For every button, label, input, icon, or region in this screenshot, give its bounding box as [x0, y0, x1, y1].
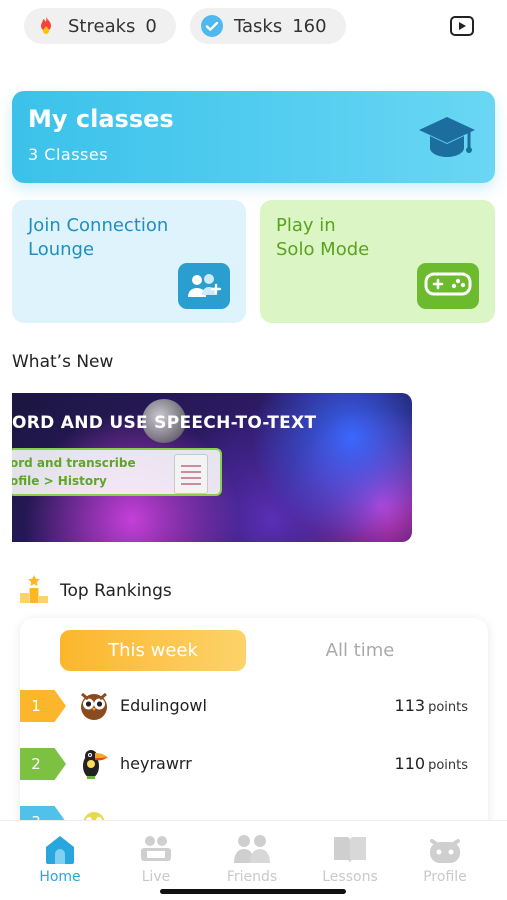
solo-mode-label: Play in Solo Mode [276, 214, 369, 262]
home-icon [20, 831, 100, 867]
nav-profile[interactable]: Profile [405, 831, 485, 885]
gamepad-icon [417, 263, 479, 309]
nav-friends[interactable]: Friends [212, 831, 292, 885]
home-indicator [160, 889, 346, 894]
play-solo-mode-tile[interactable]: Play in Solo Mode [260, 200, 495, 323]
document-icon [174, 454, 208, 494]
nav-lessons-label: Lessons [322, 869, 378, 885]
join-lounge-line-2: Lounge [28, 239, 95, 260]
nav-friends-label: Friends [226, 869, 278, 885]
ranking-username: heyrawrr [120, 754, 192, 773]
classes-count: 3 Classes [28, 145, 109, 164]
lessons-book-icon [310, 831, 390, 867]
streaks-count: 0 [145, 15, 157, 37]
ranking-points-value: 113 [394, 696, 426, 715]
bottom-navigation: Home Live Friends Lessons Profile [0, 820, 507, 900]
rank-badge: 2 [20, 748, 66, 780]
tasks-label: Tasks [234, 15, 283, 37]
owl-avatar-icon [78, 688, 110, 722]
ranking-row[interactable]: 1 Edulingowl 113 points [20, 686, 488, 726]
solo-mode-line-1: Play in [276, 215, 336, 236]
play-video-icon[interactable] [448, 14, 476, 38]
banner-headline: ORD AND USE SPEECH-TO-TEXT [12, 413, 317, 433]
ranking-row[interactable]: 2 heyrawrr 110 points [20, 744, 488, 784]
join-connection-lounge-tile[interactable]: Join Connection Lounge [12, 200, 246, 323]
streaks-pill[interactable]: Streaks 0 [24, 8, 176, 44]
friends-icon [212, 831, 292, 867]
profile-icon [405, 831, 485, 867]
nav-live-label: Live [141, 869, 171, 885]
ranking-points-unit: points [428, 700, 468, 715]
my-classes-title: My classes [28, 105, 174, 133]
top-rankings-header: Top Rankings [18, 573, 172, 609]
tab-all-time[interactable]: All time [280, 630, 440, 671]
banner-note: ord and transcribe ofile > History [12, 448, 222, 496]
banner-note-line-1: ord and transcribe [12, 456, 136, 470]
fire-icon [34, 14, 58, 38]
nav-lessons[interactable]: Lessons [310, 831, 390, 885]
toucan-avatar-icon [78, 746, 110, 780]
nav-home[interactable]: Home [20, 831, 100, 885]
ranking-username: Edulingowl [120, 696, 207, 715]
nav-home-label: Home [39, 869, 81, 885]
ranking-points: 113 points [395, 696, 468, 715]
banner-note-line-2: ofile > History [12, 474, 107, 488]
ranking-points-value: 110 [394, 754, 426, 773]
whats-new-heading: What’s New [12, 352, 114, 372]
rankings-card: This week All time 1 Edulingowl 113 point… [20, 618, 488, 838]
top-rankings-title: Top Rankings [60, 581, 172, 601]
join-lounge-line-1: Join Connection [28, 215, 169, 236]
rank-badge: 1 [20, 690, 66, 722]
check-circle-icon [200, 14, 224, 38]
tab-this-week[interactable]: This week [60, 630, 246, 671]
nav-profile-label: Profile [423, 869, 467, 885]
ranking-points-unit: points [428, 758, 468, 773]
streaks-label: Streaks [68, 15, 136, 37]
tasks-count: 160 [292, 15, 327, 37]
nav-live[interactable]: Live [116, 831, 196, 885]
graduation-cap-icon [417, 113, 477, 167]
solo-mode-line-2: Solo Mode [276, 239, 370, 260]
podium-icon [18, 573, 50, 609]
live-icon [116, 831, 196, 867]
tasks-pill[interactable]: Tasks 160 [190, 8, 346, 44]
my-classes-card[interactable]: My classes 3 Classes [12, 91, 495, 183]
add-group-icon [178, 263, 230, 309]
ranking-points: 110 points [395, 754, 468, 773]
join-lounge-label: Join Connection Lounge [28, 214, 168, 262]
whats-new-banner[interactable]: ORD AND USE SPEECH-TO-TEXT ord and trans… [12, 393, 412, 542]
